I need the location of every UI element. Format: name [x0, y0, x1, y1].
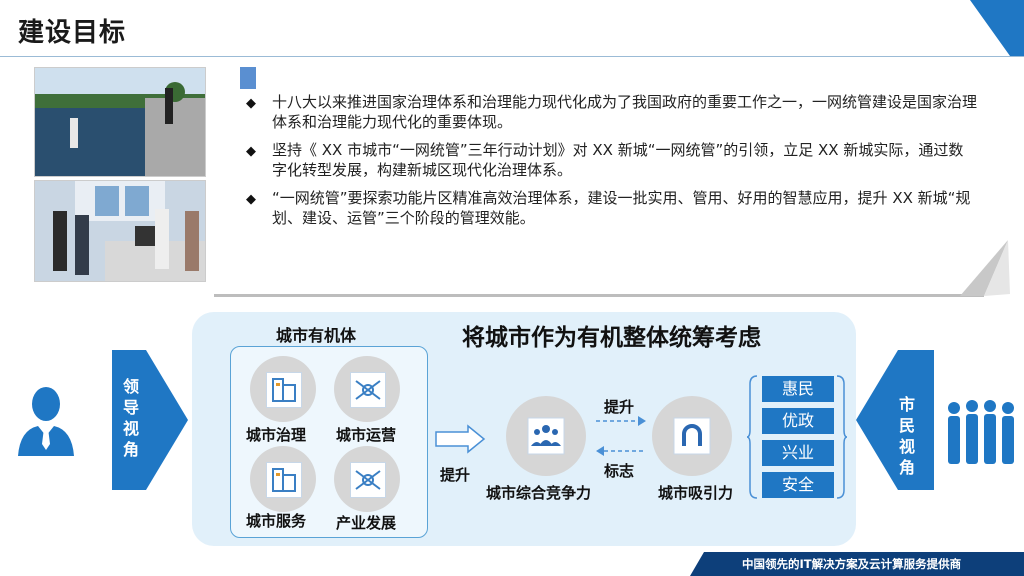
building-icon [266, 372, 302, 408]
hollow-arrow-icon [435, 424, 486, 454]
diagram-title: 将城市作为有机整体统筹考虑 [462, 325, 761, 351]
boost-label: 提升 [440, 466, 471, 484]
attraction-label: 城市吸引力 [658, 484, 734, 502]
page-curl-icon [960, 240, 1010, 296]
bullet-list: ◆ 十八大以来推进国家治理体系和治理能力现代化成为了我国政府的重要工作之一，一网… [238, 92, 978, 236]
leader-avatar-icon [18, 387, 74, 456]
page-curl-line [214, 294, 984, 297]
list-item: ◆ “一网统管”要探索功能片区精准高效治理体系，建设一批实用、管用、好用的智慧应… [246, 189, 971, 227]
benefit-badge: 兴业 [762, 440, 834, 466]
benefit-badge: 安全 [762, 472, 834, 498]
footer-slogan: 中国领先的IT解决方案及云计算服务提供商 [742, 557, 962, 571]
people-group-icon [527, 417, 565, 455]
exhibition-photo [34, 180, 206, 282]
organic-item-label: 城市治理 [246, 426, 307, 444]
organic-item-label: 产业发展 [336, 514, 397, 532]
diamond-bullet-icon: ◆ [246, 144, 256, 159]
leader-view-label: 领导视角 [122, 377, 139, 459]
competitiveness-label: 城市综合竞争力 [486, 484, 592, 502]
puzzle-hands-icon [350, 462, 386, 498]
page-title: 建设目标 [18, 18, 127, 48]
building-icon [266, 462, 302, 498]
diamond-bullet-icon: ◆ [246, 192, 256, 207]
diamond-bullet-icon: ◆ [246, 96, 256, 111]
right-view-arrow [856, 350, 934, 490]
benefit-badge: 惠民 [762, 376, 834, 402]
list-item: ◆ 十八大以来推进国家治理体系和治理能力现代化成为了我国政府的重要工作之一，一网… [246, 93, 978, 131]
bracket-shape [746, 375, 758, 499]
benefit-badge: 优政 [762, 408, 834, 434]
upper-arrow-label: 提升 [604, 398, 635, 416]
puzzle-hands-icon [350, 372, 386, 408]
organic-item-label: 城市运营 [336, 426, 397, 444]
organic-item-label: 城市服务 [246, 512, 307, 530]
list-item: ◆ 坚持《 XX 市城市“一网统管”三年行动计划》对 XX 新城“一网统管”的引… [246, 141, 964, 179]
citizens-group-icon [948, 400, 1014, 464]
citizen-view-label: 市民视角 [898, 395, 915, 477]
lower-arrow-label: 标志 [604, 462, 635, 480]
title-accent-shape [970, 0, 1024, 56]
organic-title: 城市有机体 [276, 326, 357, 345]
dashed-arrow-left [596, 446, 646, 456]
magnet-icon [673, 417, 711, 455]
bracket-shape [836, 375, 848, 499]
section-tab [240, 67, 256, 89]
lake-photo [34, 67, 206, 177]
title-divider [0, 56, 1024, 57]
